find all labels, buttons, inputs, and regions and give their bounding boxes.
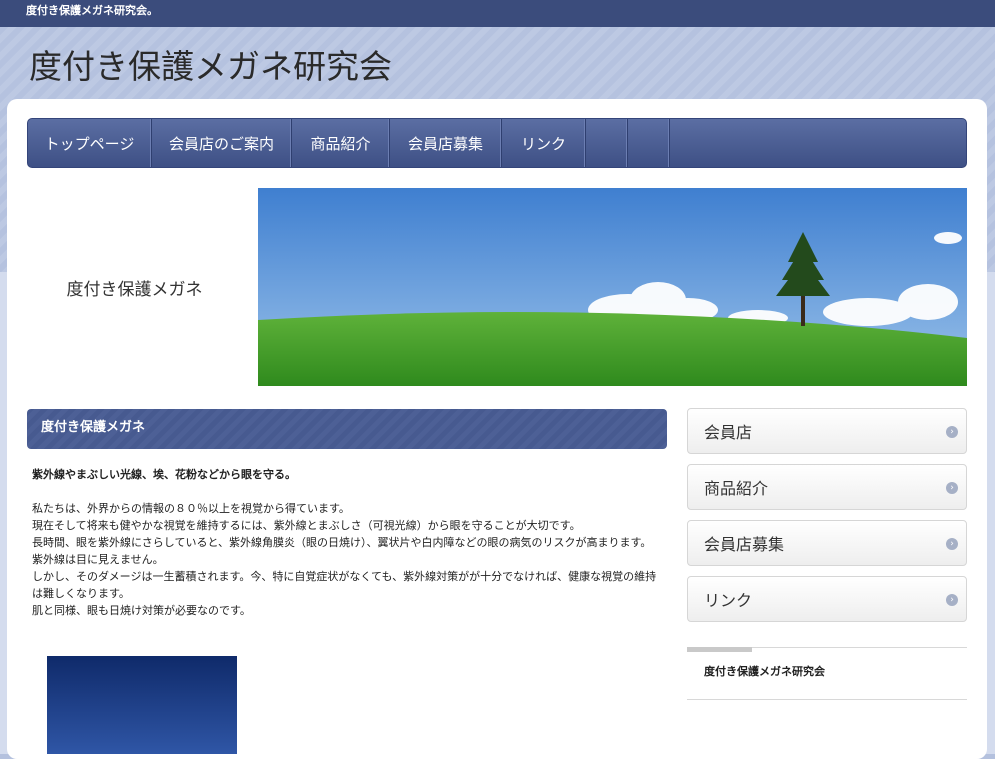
hero-landscape-image (258, 188, 967, 386)
site-tagline: 度付き保護メガネ研究会。 (0, 0, 995, 27)
chevron-right-icon: › (946, 426, 958, 438)
nav-item-links[interactable]: リンク (502, 119, 586, 167)
chevron-right-icon: › (946, 482, 958, 494)
main-content: 紫外線やまぶしい光線、埃、花粉などから眼を守る。 私たちは、外界からの情報の８０… (32, 466, 664, 619)
nav-item-empty-2[interactable] (628, 119, 670, 167)
nav-item-empty-1[interactable] (586, 119, 628, 167)
sidebar-button-label: 商品紹介 (704, 479, 769, 498)
chevron-right-icon: › (946, 538, 958, 550)
sidebar-widget-title: 度付き保護メガネ研究会 (704, 665, 825, 678)
content-paragraph: 現在そして将来も健やかな視覚を維持するには、紫外線とまぶしさ（可視光線）から眼を… (32, 519, 581, 532)
content-paragraph: 紫外線は目に見えません。 (32, 553, 164, 566)
content-paragraph: 長時間、眼を紫外線にさらしていると、紫外線角膜炎（眼の日焼け）、翼状片や白内障な… (32, 536, 652, 549)
nav-item-recruit[interactable]: 会員店募集 (390, 119, 502, 167)
sidebar-widget-tab (687, 647, 752, 652)
site-title[interactable]: 度付き保護メガネ研究会 (29, 40, 392, 88)
content-paragraph: 私たちは、外界からの情報の８０％以上を視覚から得ています。 (32, 502, 350, 515)
sidebar-button-links[interactable]: リンク › (687, 576, 967, 622)
sidebar-button-label: リンク (704, 591, 753, 610)
chevron-right-icon: › (946, 594, 958, 606)
nav-item-products[interactable]: 商品紹介 (292, 119, 390, 167)
sidebar-button-label: 会員店 (704, 423, 753, 442)
nav-item-top[interactable]: トップページ (28, 119, 152, 167)
sidebar-button-label: 会員店募集 (704, 535, 785, 554)
content-image (47, 656, 237, 754)
section-header: 度付き保護メガネ (27, 409, 667, 449)
hero-label: 度付き保護メガネ (66, 279, 203, 300)
sidebar-widget-divider-bottom (687, 699, 967, 700)
main-nav: トップページ 会員店のご案内 商品紹介 会員店募集 リンク (27, 118, 967, 168)
nav-item-member-stores[interactable]: 会員店のご案内 (152, 119, 292, 167)
content-lead: 紫外線やまぶしい光線、埃、花粉などから眼を守る。 (32, 468, 296, 481)
landscape-tree-image (258, 188, 967, 386)
content-paragraph: しかし、そのダメージは一生蓄積されます。今、特に自覚症状がなくても、紫外線対策が… (32, 570, 657, 600)
sidebar-button-member-stores[interactable]: 会員店 › (687, 408, 967, 454)
sidebar-button-products[interactable]: 商品紹介 › (687, 464, 967, 510)
content-paragraph: 肌と同様、眼も日焼け対策が必要なのです。 (32, 604, 251, 617)
sidebar-button-recruit[interactable]: 会員店募集 › (687, 520, 967, 566)
